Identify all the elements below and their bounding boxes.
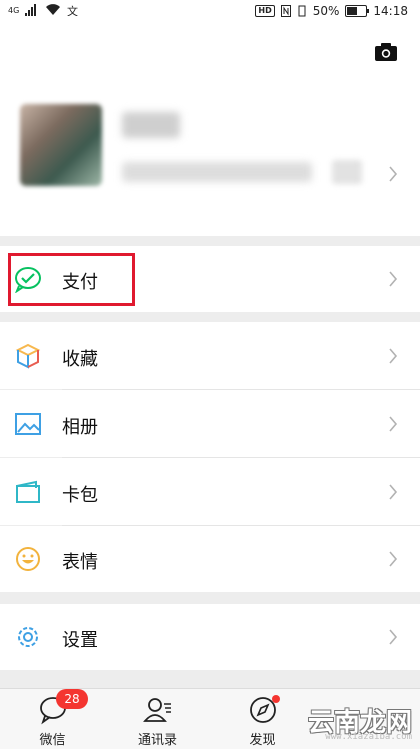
- battery-fill: [347, 7, 358, 15]
- profile-header[interactable]: [0, 24, 420, 236]
- wifi-icon: [46, 4, 61, 16]
- menu-item-stickers[interactable]: 表情: [0, 526, 420, 592]
- menu-label-favorites: 收藏: [62, 349, 98, 370]
- status-bar: 4G 文 HD 50% 14:18: [0, 0, 420, 24]
- smiley-icon: [16, 547, 40, 571]
- image-icon: [15, 413, 41, 435]
- gear-icon: [18, 627, 38, 647]
- tab-chats[interactable]: 28 微信: [0, 689, 105, 749]
- clock: 14:18: [373, 4, 408, 18]
- tab-label-contacts: 通讯录: [137, 733, 177, 748]
- menu-item-album[interactable]: 相册: [0, 390, 420, 457]
- status-right: HD 50% 14:18: [255, 4, 408, 18]
- chevron-right-icon: [389, 484, 398, 500]
- vibrate-icon: [298, 5, 306, 17]
- network-type: 4G: [8, 5, 20, 15]
- qr-code-blurred[interactable]: [332, 160, 362, 184]
- profile-name-blurred: [122, 112, 180, 138]
- chevron-right-icon: [389, 416, 398, 432]
- camera-icon[interactable]: [374, 42, 398, 62]
- tab-contacts[interactable]: 通讯录: [105, 689, 210, 749]
- menu-item-favorites[interactable]: 收藏: [0, 322, 420, 389]
- chevron-right-icon: [389, 629, 398, 645]
- tab-label-chats: 微信: [39, 733, 66, 748]
- status-left: 4G 文: [8, 4, 81, 16]
- menu-label-cards: 卡包: [62, 485, 98, 506]
- profile-id-blurred: [122, 162, 312, 182]
- card-wallet-icon: [16, 480, 40, 503]
- hd-icon: HD: [255, 5, 275, 17]
- watermark-url: www.xiazaiba.com: [325, 732, 412, 742]
- translate-icon: 文: [67, 4, 78, 16]
- highlight-box: [8, 253, 135, 306]
- chevron-right-icon: [389, 166, 398, 182]
- watermark: 云南龙网 www.xiazaiba.com: [300, 688, 420, 748]
- menu-item-cards[interactable]: 卡包: [0, 458, 420, 525]
- contacts-icon: [143, 698, 171, 722]
- unread-badge: 28: [56, 689, 88, 709]
- menu-label-settings: 设置: [62, 630, 98, 651]
- cube-icon: [15, 343, 41, 369]
- avatar[interactable]: [20, 104, 102, 186]
- battery-icon: [345, 5, 370, 17]
- svg-text:文: 文: [67, 4, 78, 16]
- menu-label-album: 相册: [62, 417, 98, 438]
- chevron-right-icon: [389, 348, 398, 364]
- menu-item-settings[interactable]: 设置: [0, 604, 420, 670]
- battery-percent: 50%: [312, 4, 340, 18]
- new-dot: [272, 695, 280, 703]
- chevron-right-icon: [389, 551, 398, 567]
- menu-label-stickers: 表情: [62, 552, 98, 573]
- signal-icon: [25, 4, 37, 16]
- chevron-right-icon: [389, 271, 398, 287]
- nfc-icon: [280, 5, 291, 17]
